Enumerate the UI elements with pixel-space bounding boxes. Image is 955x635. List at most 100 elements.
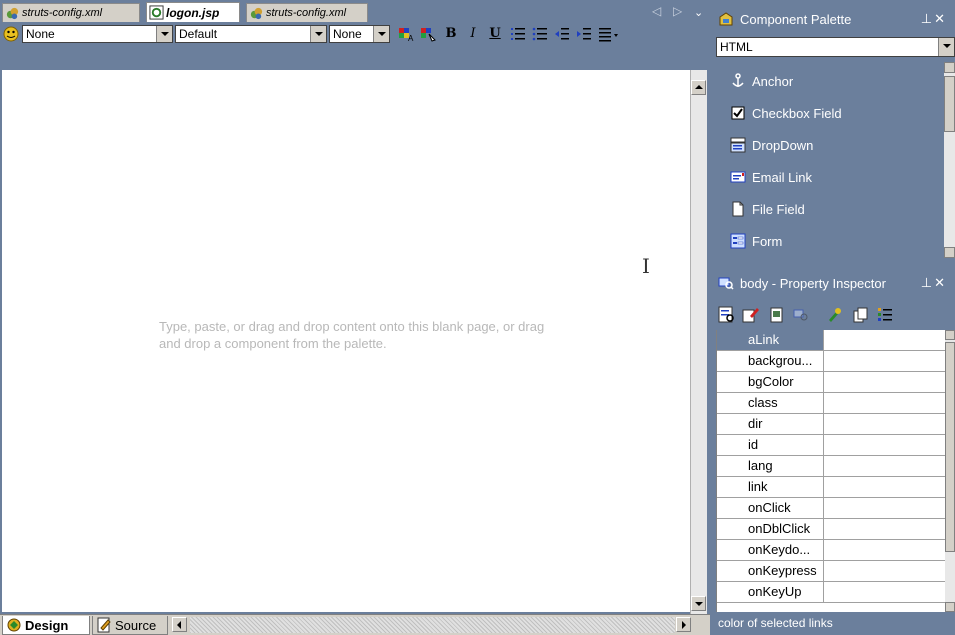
tab-logon-jsp[interactable]: logon.jsp [146,2,240,22]
horizontal-scroll-track[interactable] [190,617,675,633]
document-icon[interactable] [768,306,786,324]
editor-vertical-scrollbar[interactable] [690,70,707,614]
property-row[interactable]: aLink [717,330,946,351]
tab-struts-config-1[interactable]: struts-config.xml [2,3,140,22]
property-row[interactable]: onKeyUp [717,582,946,603]
property-row[interactable]: onKeypress [717,561,946,582]
palette-item-list: Anchor Checkbox Field DropDown Email Lin… [716,62,944,258]
design-tab-label: Design [25,617,69,633]
chevron-down-icon[interactable] [156,26,172,42]
inspector-icon [718,277,734,290]
text-cursor-icon: I [642,254,650,278]
tab-list-chevron-icon[interactable]: ⌄ [694,6,703,19]
pin-close-icon[interactable]: ⊥✕ [921,275,947,291]
property-row[interactable]: dir [717,414,946,435]
palette-item-email-link[interactable]: Email Link [716,162,944,192]
align-dropdown-icon[interactable] [598,26,620,42]
text-color-icon[interactable]: A [398,26,414,42]
chevron-down-icon[interactable] [373,26,389,42]
palette-item-label: File Field [752,201,805,217]
palette-item-checkbox[interactable]: Checkbox Field [716,98,944,128]
palette-item-label: Anchor [752,73,794,89]
tab-scroll-right-icon[interactable]: ▷ [673,4,682,18]
palette-library-value: HTML [720,40,753,54]
event-icon[interactable] [826,306,844,324]
scroll-up-icon[interactable] [691,80,706,95]
chevron-down-icon[interactable] [310,26,326,42]
property-name: class [717,393,824,413]
chevron-down-icon[interactable] [938,38,954,56]
property-name: backgrou... [717,351,824,371]
bullet-list-icon[interactable] [532,26,548,42]
palette-scrollbar[interactable] [944,62,955,258]
property-row[interactable]: link [717,477,946,498]
scroll-up-icon[interactable] [945,330,955,340]
tab-source[interactable]: Source [92,616,168,635]
palette-item-file-field[interactable]: File Field [716,194,944,224]
form-icon [730,233,746,249]
copy-icon[interactable] [852,306,870,324]
property-name: dir [717,414,824,434]
property-row[interactable]: id [717,435,946,456]
canvas-hint-text: Type, paste, or drag and drop content on… [159,319,545,351]
tab-struts-config-2[interactable]: struts-config.xml [246,3,368,22]
bold-button[interactable]: B [443,26,459,42]
property-scroll-thumb[interactable] [945,342,955,552]
property-name: onKeypress [717,561,824,581]
design-canvas[interactable]: Type, paste, or drag and drop content on… [2,70,690,612]
style-wizard-icon[interactable] [3,26,19,42]
scroll-down-icon[interactable] [691,596,706,611]
component-palette-title-bar: Component Palette ⊥✕ [712,8,955,30]
edit-property-icon[interactable] [742,306,760,324]
font-family-select[interactable]: Default [175,25,327,43]
tab-scroll-left-icon[interactable]: ◁ [652,4,661,18]
font-size-value: None [333,27,362,41]
property-row[interactable]: backgrou... [717,351,946,372]
jsp-file-icon [149,5,164,20]
find-icon[interactable] [792,306,810,324]
palette-scroll-thumb[interactable] [944,76,955,132]
outdent-icon[interactable] [554,26,570,42]
right-pane: Component Palette ⊥✕ HTML Anchor Checkbo… [712,0,955,635]
scroll-right-icon[interactable] [676,617,691,632]
property-row[interactable]: lang [717,456,946,477]
numbered-list-icon[interactable] [510,26,526,42]
property-row[interactable]: class [717,393,946,414]
property-row[interactable]: onKeydo... [717,540,946,561]
file-icon [732,201,744,217]
font-size-select[interactable]: None [329,25,390,43]
scroll-up-icon[interactable] [944,62,955,73]
block-format-select[interactable]: None [22,25,173,43]
scroll-down-icon[interactable] [945,602,955,612]
indent-icon[interactable] [576,26,592,42]
palette-icon [719,12,733,26]
property-name: aLink [717,330,824,350]
property-name: onKeydo... [717,540,824,560]
palette-item-form[interactable]: Form [716,226,944,256]
property-row[interactable]: onClick [717,498,946,519]
property-scrollbar[interactable] [945,330,955,612]
svg-text:A: A [408,34,414,42]
anchor-icon [732,73,744,87]
palette-item-dropdown[interactable]: DropDown [716,130,944,160]
properties-view-icon[interactable] [718,306,736,324]
italic-button[interactable]: I [465,26,481,42]
background-color-icon[interactable] [420,26,436,42]
scroll-left-icon[interactable] [172,617,187,632]
sort-list-icon[interactable] [876,306,894,324]
property-table: aLink backgrou... bgColor class dir id l… [716,330,946,612]
palette-item-anchor[interactable]: Anchor [716,66,944,96]
property-name: onDblClick [717,519,824,539]
palette-item-label: DropDown [752,137,814,153]
property-row[interactable]: onDblClick [717,519,946,540]
block-format-value: None [26,27,55,41]
tab-design[interactable]: Design [2,616,90,635]
scroll-down-icon[interactable] [944,247,955,258]
palette-library-select[interactable]: HTML [716,37,955,57]
property-name: onKeyUp [717,582,824,602]
dropdown-icon [730,137,746,153]
underline-button[interactable]: U [487,26,503,42]
pin-close-icon[interactable]: ⊥✕ [921,11,947,27]
property-row[interactable]: bgColor [717,372,946,393]
file-tab-strip: struts-config.xml logon.jsp struts-confi… [0,0,710,22]
